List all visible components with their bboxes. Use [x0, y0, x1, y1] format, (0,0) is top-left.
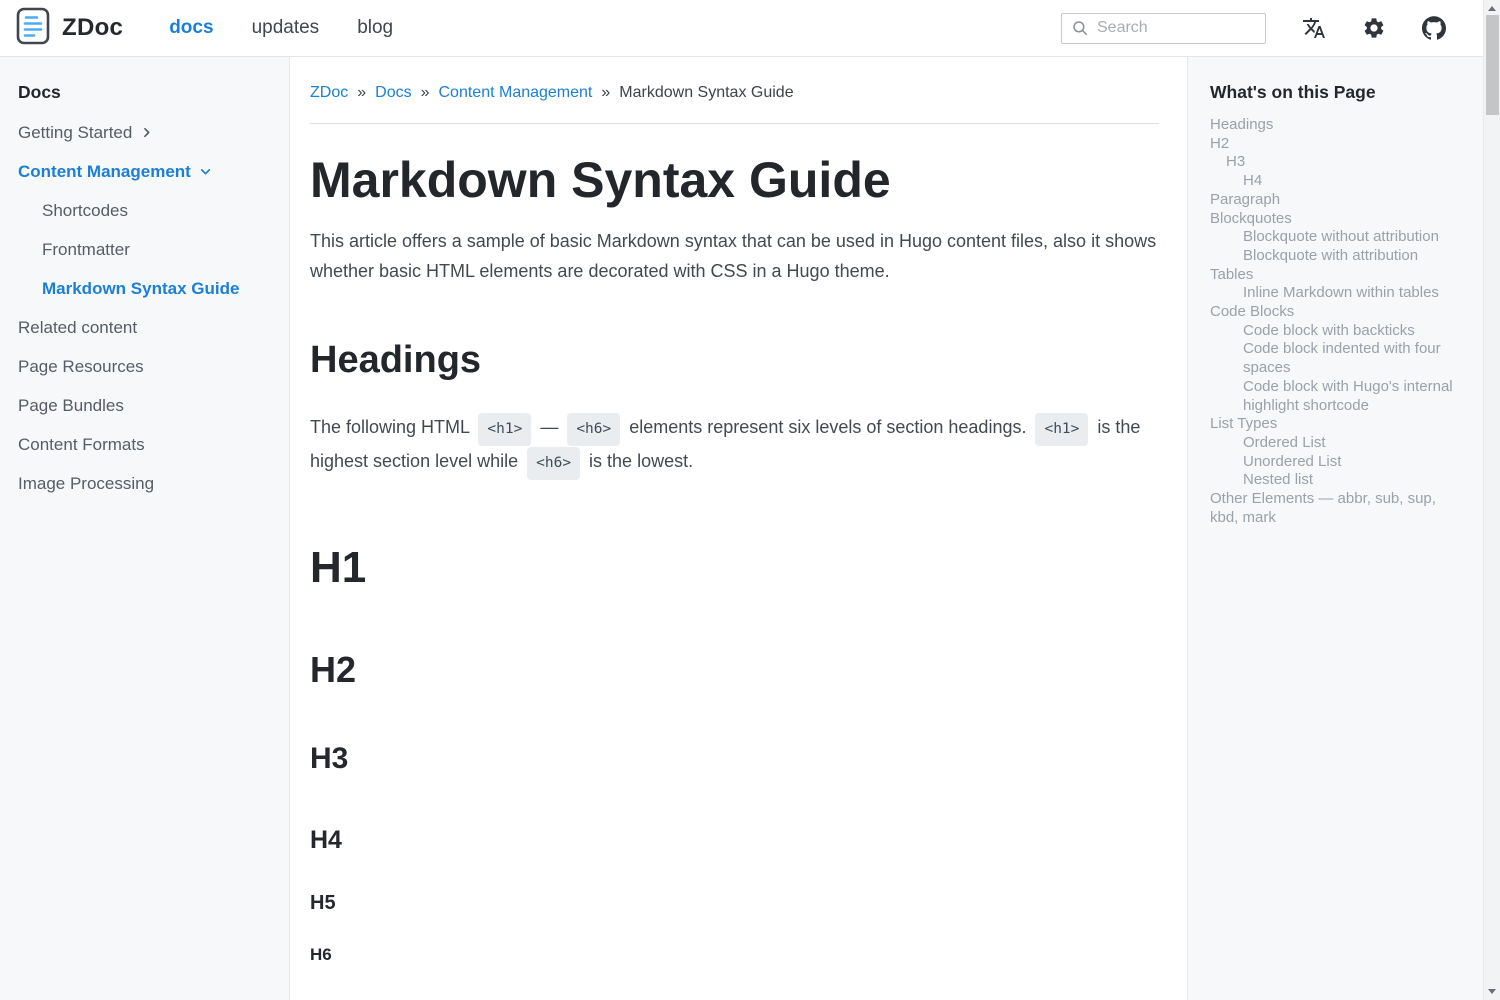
inline-code-chip: <h6>	[527, 447, 580, 480]
toc-list: HeadingsH2H3H4ParagraphBlockquotesBlockq…	[1210, 116, 1459, 527]
left-sidebar: Docs Getting Started Content Management Sh…	[0, 57, 290, 1000]
toc-panel: What's on this Page HeadingsH2H3H4Paragr…	[1187, 57, 1483, 1000]
chevron-right-icon	[140, 126, 153, 139]
toc-item-code-block-indented-with-four-spaces[interactable]: Code block indented with four spaces	[1210, 340, 1459, 377]
sample-heading-h4: H4	[310, 826, 1159, 854]
breadcrumb-link-zdoc[interactable]: ZDoc	[310, 84, 348, 102]
toc-item-code-block-with-hugo-s-internal-highlight-shortcode[interactable]: Code block with Hugo's internal highligh…	[1210, 378, 1459, 415]
language-translate-icon[interactable]	[1302, 16, 1326, 40]
toc-item-paragraph[interactable]: Paragraph	[1210, 191, 1459, 210]
toc-item-unordered-list[interactable]: Unordered List	[1210, 453, 1459, 472]
top-navbar: ZDoc docs updates blog	[0, 0, 1483, 57]
sidebar-item-label: Getting Started	[18, 123, 132, 142]
sidebar-item-getting-started[interactable]: Getting Started	[18, 123, 277, 142]
breadcrumb-current: Markdown Syntax Guide	[619, 84, 793, 102]
sidebar-item-page-bundles[interactable]: Page Bundles	[18, 396, 277, 415]
inline-code-chip: <h6>	[567, 413, 620, 446]
breadcrumb-separator: »	[421, 84, 430, 102]
toc-item-ordered-list[interactable]: Ordered List	[1210, 434, 1459, 453]
scrollbar-down-arrow[interactable]	[1488, 989, 1496, 994]
headings-paragraph: The following HTML <h1> — <h6> elements …	[310, 412, 1159, 480]
nav-link-blog[interactable]: blog	[357, 17, 393, 39]
sidebar-item-label: Image Processing	[18, 474, 154, 493]
sidebar-nav-list: Getting Started Content Management Shortco…	[18, 123, 277, 493]
sidebar-item-label: Frontmatter	[42, 240, 130, 259]
sample-heading-h6: H6	[310, 945, 1159, 965]
main-content: ZDoc » Docs » Content Management » Markdown Sy…	[290, 57, 1187, 1000]
search-box[interactable]	[1061, 13, 1266, 44]
toc-item-headings[interactable]: Headings	[1210, 116, 1459, 135]
section-heading-headings: Headings	[310, 336, 1159, 384]
sample-headings: H1 H2 H3 H4 H5 H6	[310, 544, 1159, 965]
scrollbar-up-arrow[interactable]	[1488, 6, 1496, 11]
toc-item-code-block-with-backticks[interactable]: Code block with backticks	[1210, 322, 1459, 341]
sidebar-item-markdown-syntax-guide[interactable]: Markdown Syntax Guide	[18, 279, 277, 298]
navbar-right-group	[1061, 13, 1446, 44]
sidebar-item-related-content[interactable]: Related content	[18, 318, 277, 337]
search-icon	[1071, 19, 1089, 37]
toc-item-tables[interactable]: Tables	[1210, 266, 1459, 285]
settings-gear-icon[interactable]	[1362, 16, 1386, 40]
toc-item-inline-markdown-within-tables[interactable]: Inline Markdown within tables	[1210, 284, 1459, 303]
inline-code-chip: <h1>	[478, 413, 531, 446]
nav-link-docs[interactable]: docs	[169, 17, 213, 39]
brand-name: ZDoc	[62, 14, 123, 42]
sidebar-item-label: Page Resources	[18, 357, 144, 376]
sidebar-item-page-resources[interactable]: Page Resources	[18, 357, 277, 376]
breadcrumb-separator: »	[357, 84, 366, 102]
toc-item-h3[interactable]: H3	[1210, 153, 1459, 172]
toc-title: What's on this Page	[1210, 82, 1459, 103]
toc-item-nested-list[interactable]: Nested list	[1210, 471, 1459, 490]
nav-link-updates[interactable]: updates	[252, 17, 320, 39]
sidebar-item-content-management[interactable]: Content Management	[18, 162, 277, 181]
sidebar-item-image-processing[interactable]: Image Processing	[18, 474, 277, 493]
sidebar-item-label: Related content	[18, 318, 137, 337]
sample-heading-h5: H5	[310, 892, 1159, 915]
breadcrumb-divider	[310, 123, 1159, 124]
toc-item-code-blocks[interactable]: Code Blocks	[1210, 303, 1459, 322]
page-scrollbar[interactable]	[1483, 0, 1500, 1000]
breadcrumb: ZDoc » Docs » Content Management » Markdown Sy…	[310, 84, 1159, 102]
brand-home-link[interactable]: ZDoc	[16, 7, 123, 50]
sidebar-item-label: Content Management	[18, 162, 191, 181]
nav-links: docs updates blog	[169, 17, 393, 39]
sidebar-item-label: Shortcodes	[42, 201, 128, 220]
toc-item-other-elements-abbr-sub-sup-kbd-mark[interactable]: Other Elements — abbr, sub, sup, kbd, ma…	[1210, 490, 1459, 527]
sample-heading-h2: H2	[310, 650, 1159, 690]
sidebar-item-label: Content Formats	[18, 435, 145, 454]
scrollbar-thumb[interactable]	[1486, 15, 1499, 115]
sidebar-title: Docs	[18, 82, 277, 103]
sidebar-item-frontmatter[interactable]: Frontmatter	[18, 240, 277, 259]
breadcrumb-separator: »	[601, 84, 610, 102]
sidebar-item-content-formats[interactable]: Content Formats	[18, 435, 277, 454]
breadcrumb-link-docs[interactable]: Docs	[375, 84, 411, 102]
sidebar-item-label: Markdown Syntax Guide	[42, 279, 239, 298]
sample-heading-h1: H1	[310, 544, 1159, 592]
zdoc-logo-icon	[16, 7, 50, 50]
page-title: Markdown Syntax Guide	[310, 150, 1159, 210]
inline-code-chip: <h1>	[1035, 413, 1088, 446]
search-input[interactable]	[1097, 19, 1256, 37]
toc-item-list-types[interactable]: List Types	[1210, 415, 1459, 434]
github-icon[interactable]	[1422, 16, 1446, 40]
app-window: ZDoc docsupdatesblog Docs Getting	[0, 0, 1483, 1000]
sidebar-item-label: Page Bundles	[18, 396, 124, 415]
toc-item-blockquotes[interactable]: Blockquotes	[1210, 210, 1459, 229]
chevron-down-icon	[199, 165, 212, 178]
sample-heading-h3: H3	[310, 742, 1159, 776]
article-intro: This article offers a sample of basic Ma…	[310, 226, 1159, 286]
toc-item-blockquote-with-attribution[interactable]: Blockquote with attribution	[1210, 247, 1459, 266]
toc-item-h2[interactable]: H2	[1210, 135, 1459, 154]
toc-item-blockquote-without-attribution[interactable]: Blockquote without attribution	[1210, 228, 1459, 247]
breadcrumb-link-content-management[interactable]: Content Management	[439, 84, 593, 102]
toc-item-h4[interactable]: H4	[1210, 172, 1459, 191]
sidebar-item-shortcodes[interactable]: Shortcodes	[18, 201, 277, 220]
